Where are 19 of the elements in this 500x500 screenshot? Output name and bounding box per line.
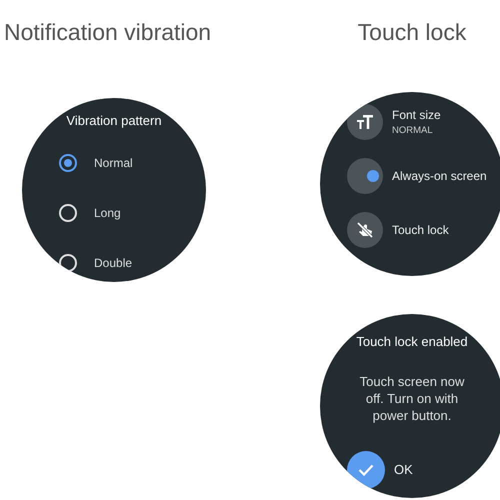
icon-button[interactable] xyxy=(347,212,383,248)
panel-title: Touch lock xyxy=(356,18,468,46)
check-icon xyxy=(358,464,374,476)
crossed-hand-icon xyxy=(356,221,374,239)
screen-heading: Vibration pattern xyxy=(65,112,163,130)
toggle-switch[interactable] xyxy=(347,158,383,194)
menu-item-label: Touch lock xyxy=(392,222,449,239)
option-label: Normal xyxy=(94,155,133,172)
radio-button[interactable] xyxy=(59,154,77,172)
option-label: Double xyxy=(94,255,132,272)
panel-title: Notification vibration xyxy=(3,18,212,46)
menu-item-label: Always-on screen xyxy=(392,168,487,185)
dialog-message: Touch screen now off. Turn on with power button. xyxy=(358,373,466,424)
menu-item-value: NORMAL xyxy=(392,124,434,138)
text-size-icon xyxy=(357,115,373,129)
option-label: Long xyxy=(94,205,121,222)
menu-item-label: Font size xyxy=(392,106,441,124)
button-label: OK xyxy=(394,461,413,480)
dialog-heading: Touch lock enabled xyxy=(355,333,469,351)
